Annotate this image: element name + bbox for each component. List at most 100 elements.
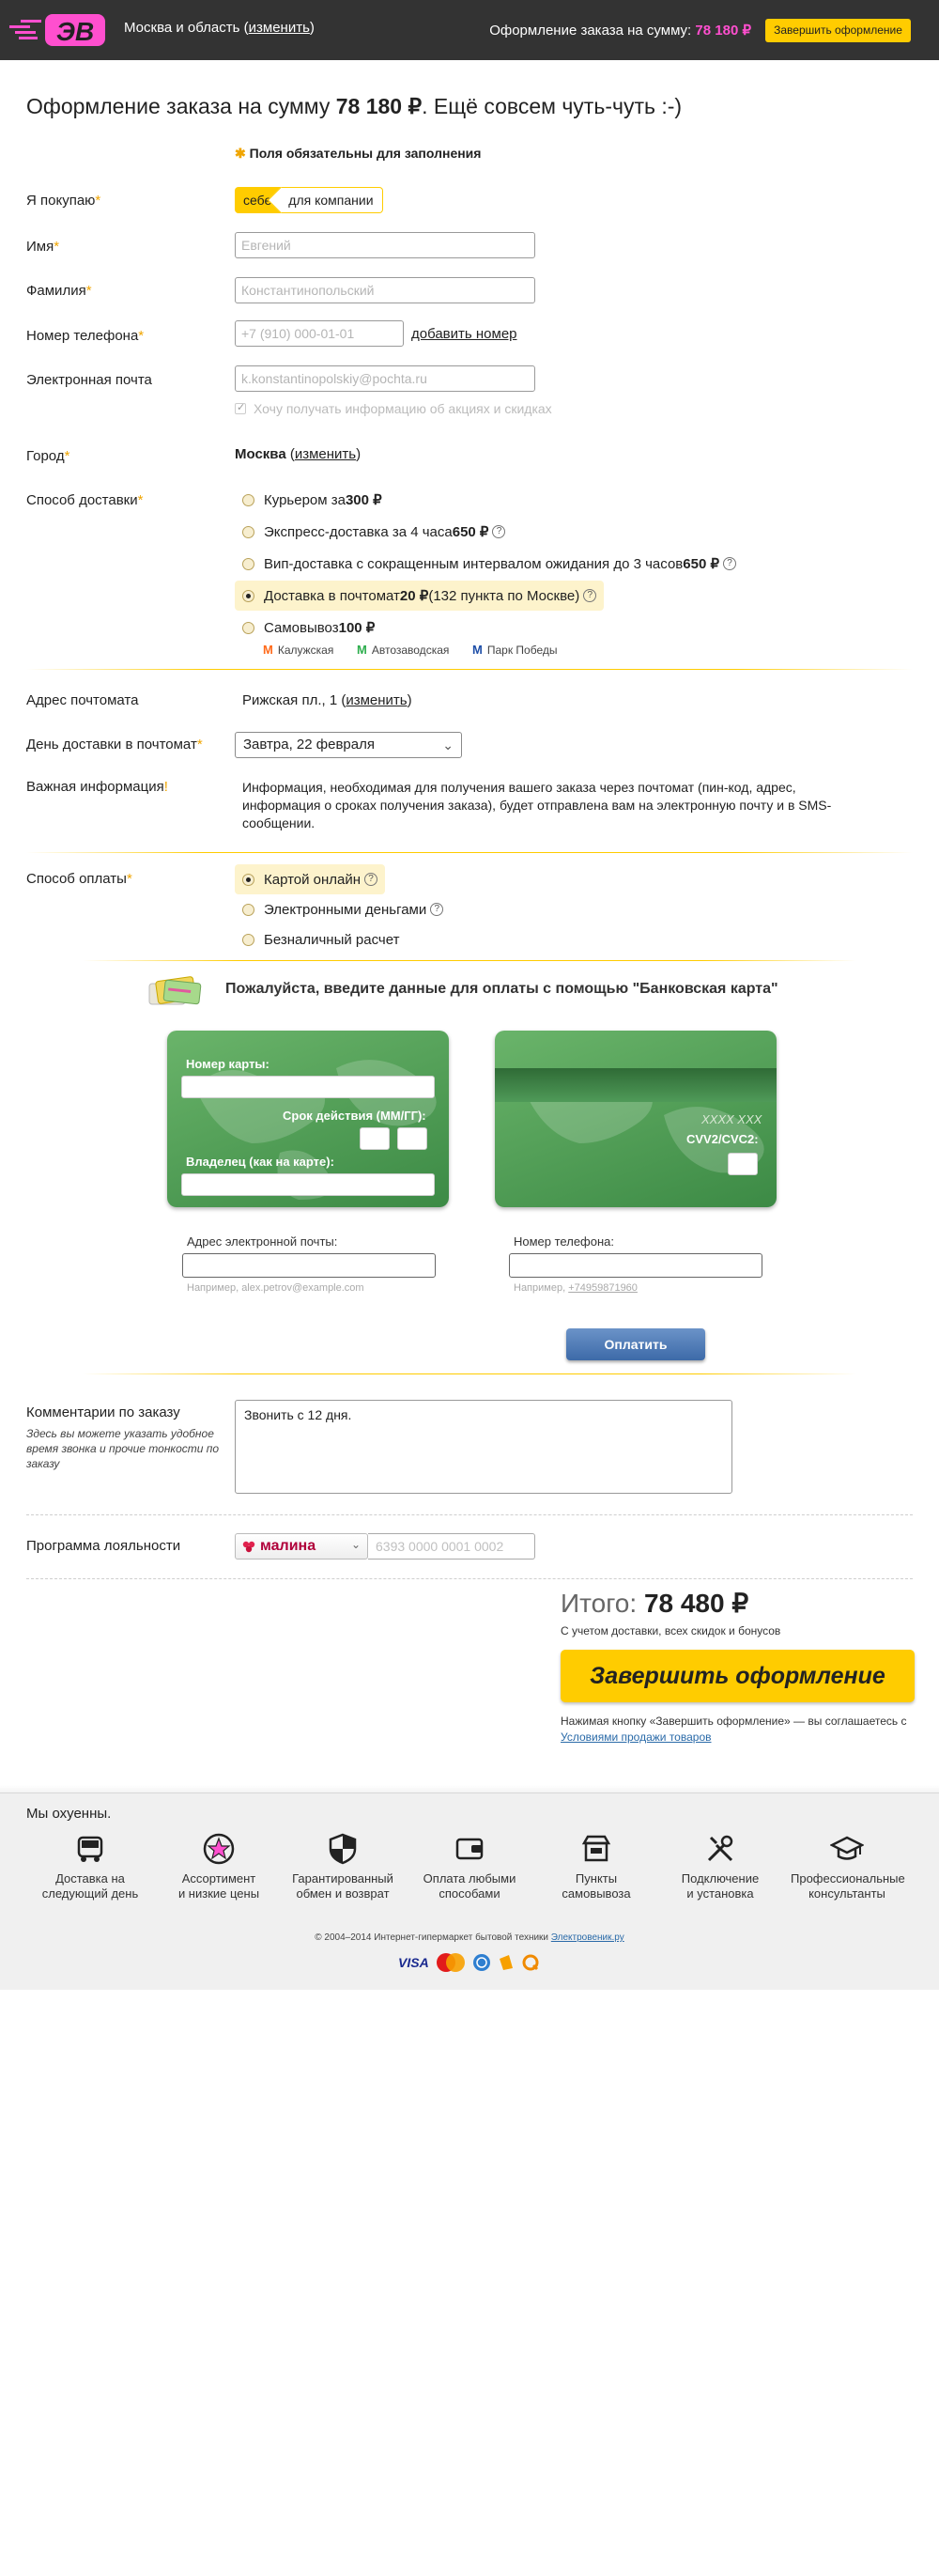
radio-cashless[interactable] [242, 933, 254, 946]
title-amount: 78 180 ₽ [335, 94, 423, 118]
city-name: Москва [235, 446, 286, 462]
radio-card[interactable] [242, 873, 254, 886]
buyer-company-label: для компании [288, 193, 374, 208]
region-change-link[interactable]: изменить [249, 20, 310, 36]
name-label-text: Имя [26, 239, 54, 255]
postamat-change-link[interactable]: изменить [346, 692, 407, 708]
card-expiry-year-input[interactable] [397, 1127, 427, 1150]
surname-input[interactable]: Константинопольский [235, 277, 535, 303]
help-icon[interactable]: ? [723, 557, 737, 570]
help-icon[interactable]: ? [430, 903, 444, 916]
logo[interactable]: ЭВ [9, 11, 107, 49]
card-holder-input[interactable] [181, 1173, 435, 1196]
dotted-divider [26, 1514, 913, 1515]
subscribe-checkbox-row[interactable]: Хочу получать информацию об акциях и ски… [235, 401, 552, 416]
total-label: Итого: [561, 1589, 644, 1618]
email-input[interactable]: k.konstantinopolskiy@pochta.ru [235, 365, 535, 392]
payment-option-card[interactable]: Картой онлайн? [235, 864, 386, 894]
surname-label-text: Фамилия [26, 283, 86, 299]
footer-title: Мы охуенны. [26, 1806, 112, 1822]
credit-cards-icon [148, 976, 202, 1005]
postamat-address-label: Адрес почтомата [26, 692, 139, 708]
pay-email-input[interactable] [182, 1253, 436, 1278]
metro-icon: M [472, 643, 483, 657]
delivery-option-express[interactable]: Экспресс-доставка за 4 часа 650 ₽? [235, 517, 513, 547]
feature-installation[interactable]: Подключение и установка [664, 1832, 777, 1901]
metro-icon: M [263, 643, 273, 657]
radio-courier[interactable] [242, 493, 254, 506]
metro-station-kaluzhskaya[interactable]: M Калужская [263, 643, 333, 657]
feature-consultants[interactable]: Профессиональные консультанты [791, 1832, 905, 1901]
important-info-label: Важная информация! [26, 779, 168, 795]
help-icon[interactable]: ? [364, 873, 378, 886]
order-total: Итого: 78 480 ₽ [561, 1588, 748, 1619]
delivery-option-price: 300 ₽ [345, 492, 382, 508]
metro-name: Автозаводская [371, 643, 450, 657]
card-back: XXXX XXX CVV2/CVC2: [495, 1031, 777, 1207]
delivery-day-select[interactable]: Завтра, 22 февраля ⌄ [235, 732, 462, 758]
top-bar: ЭВ Москва и область (изменить) Оформлени… [0, 0, 939, 60]
loyalty-program-select[interactable]: малина ⌄ [235, 1533, 368, 1560]
metro-station-park-pobedy[interactable]: M Парк Победы [472, 643, 557, 657]
pay-phone-input[interactable] [509, 1253, 762, 1278]
delivery-day-label-text: День доставки в почтомат [26, 737, 197, 753]
help-icon[interactable]: ? [492, 525, 506, 538]
payment-option-emoney[interactable]: Электронными деньгами? [235, 894, 451, 924]
city-label-text: Город [26, 448, 65, 464]
feature-line: и низкие цены [177, 1886, 260, 1901]
add-phone-link[interactable]: добавить номер [411, 326, 517, 342]
region-text: Москва и область ( [124, 20, 249, 36]
subscribe-checkbox[interactable] [235, 401, 246, 414]
pay-email-label: Адрес электронной почты: [187, 1234, 338, 1249]
name-input[interactable]: Евгений [235, 232, 535, 258]
radio-express[interactable] [242, 525, 254, 538]
pay-phone-hint-text: Например, [514, 1282, 569, 1294]
phone-label: Номер телефона* [26, 328, 145, 344]
metro-name: Парк Победы [486, 643, 558, 657]
finish-order-top-button[interactable]: Завершить оформление [765, 19, 911, 42]
radio-emoney[interactable] [242, 903, 254, 916]
feature-assortment[interactable]: Ассортимент и низкие цены [162, 1832, 275, 1901]
city-change-link[interactable]: изменить [295, 446, 356, 462]
order-summary: Оформление заказа на сумму: 78 180 ₽ [489, 22, 751, 39]
card-number-input[interactable] [181, 1076, 435, 1098]
comment-textarea[interactable]: Звонить с 12 дня. [235, 1400, 732, 1494]
feature-payment[interactable]: Оплата любыми способами [413, 1832, 526, 1901]
delivery-option-vip[interactable]: Вип-доставка с сокращенным интервалом ож… [235, 549, 744, 579]
feature-guarantee[interactable]: Гарантированный обмен и возврат [286, 1832, 399, 1901]
feature-pickup[interactable]: Пункты самовывоза [540, 1832, 653, 1901]
payment-option-cashless[interactable]: Безналичный расчет [235, 924, 407, 954]
pay-button[interactable]: Оплатить [566, 1328, 705, 1360]
graduation-cap-icon [830, 1836, 864, 1860]
visa-logo: VISA [398, 1955, 429, 1970]
finish-order-button[interactable]: Завершить оформление [561, 1650, 915, 1702]
radio-vip[interactable] [242, 557, 254, 570]
phone-input[interactable]: +7 (910) 000-01-01 [235, 320, 404, 347]
metro-station-avtozavodskaya[interactable]: M Автозаводская [357, 643, 449, 657]
metro-name: Калужская [277, 643, 334, 657]
radio-pickup[interactable] [242, 621, 254, 634]
delivery-option-postamat[interactable]: Доставка в почтомат 20 ₽ (132 пункта по … [235, 581, 605, 611]
pay-phone-hint: Например, +74959871960 [514, 1282, 638, 1294]
card-holder-label: Владелец (как на карте): [186, 1155, 334, 1169]
star-icon [203, 1833, 235, 1865]
buyer-company-option[interactable]: для компании [280, 187, 383, 213]
delivery-option-pickup[interactable]: Самовывоз 100 ₽ [235, 613, 382, 643]
help-icon[interactable]: ? [583, 589, 597, 602]
truck-icon [77, 1836, 103, 1862]
shop-icon [581, 1835, 611, 1862]
feature-delivery[interactable]: Доставка на следующий день [34, 1832, 146, 1901]
site-link[interactable]: Электровеник.ру [551, 1932, 624, 1943]
delivery-option-courier[interactable]: Курьером за 300 ₽ [235, 485, 390, 515]
buyer-label-text: Я покупаю [26, 193, 96, 209]
loyalty-card-input[interactable]: 6393 0000 0001 0002 [368, 1533, 535, 1560]
qiwi-logo [522, 1954, 539, 1971]
card-expiry-month-input[interactable] [360, 1127, 390, 1150]
pay-email-hint: Например, alex.petrov@example.com [187, 1282, 364, 1294]
delivery-option-price: 100 ₽ [338, 620, 376, 636]
feature-line: Подключение [681, 1871, 760, 1885]
cvv-input[interactable] [728, 1153, 758, 1175]
radio-postamat[interactable] [242, 589, 254, 602]
region-selector: Москва и область (изменить) [124, 20, 315, 36]
sale-terms-link[interactable]: Условиями продажи товаров [561, 1730, 712, 1744]
